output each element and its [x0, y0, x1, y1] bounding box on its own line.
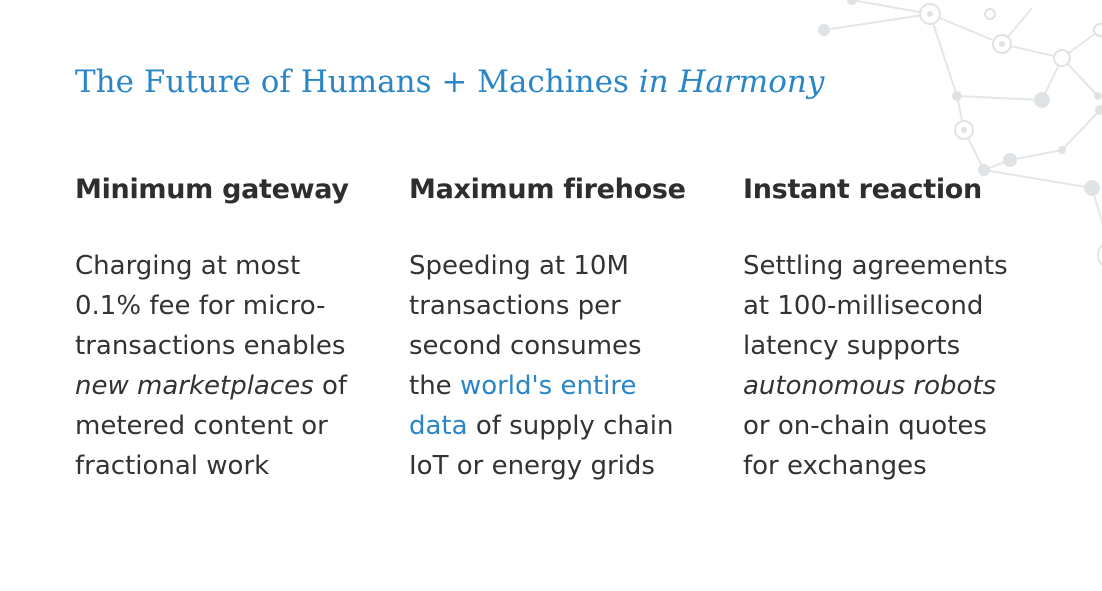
- body-fragment: the: [409, 371, 452, 401]
- column-instant-reaction: Instant reaction Settling agreements at …: [743, 174, 1063, 481]
- body-line: transactions per: [409, 291, 621, 321]
- body-fragment: of: [321, 371, 348, 401]
- column-body: Settling agreements at 100-millisecond l…: [743, 246, 1063, 486]
- body-line: transactions enables: [75, 331, 346, 361]
- column-heading: Minimum gateway: [75, 174, 349, 205]
- title-emphasis: in Harmony: [638, 64, 825, 100]
- body-line: Settling agreements: [743, 251, 1008, 281]
- title-main: The Future of Humans + Machines: [75, 64, 629, 100]
- body-line: IoT or energy grids: [409, 451, 655, 481]
- column-heading: Instant reaction: [743, 174, 982, 205]
- column-body: Charging at most 0.1% fee for micro- tra…: [75, 246, 395, 486]
- body-line: metered content or: [75, 411, 328, 441]
- column-body: Speeding at 10M transactions per second …: [409, 246, 729, 486]
- body-line: for exchanges: [743, 451, 927, 481]
- highlight-text: data: [409, 411, 468, 441]
- body-line: latency supports: [743, 331, 961, 361]
- body-line: or on-chain quotes: [743, 411, 987, 441]
- body-line: the world's entire: [409, 366, 729, 406]
- column-maximum-firehose: Maximum firehose Speeding at 10M transac…: [409, 174, 729, 481]
- body-line: fractional work: [75, 451, 270, 481]
- body-line: Charging at most: [75, 251, 301, 281]
- body-line: data of supply chain: [409, 406, 729, 446]
- column-minimum-gateway: Minimum gateway Charging at most 0.1% fe…: [75, 174, 395, 481]
- emphasis-text: autonomous robots: [743, 371, 997, 401]
- body-line: new marketplaces of: [75, 366, 395, 406]
- column-heading: Maximum firehose: [409, 174, 686, 205]
- body-line: at 100-millisecond: [743, 291, 984, 321]
- body-line: second consumes: [409, 331, 642, 361]
- body-line: 0.1% fee for micro-: [75, 291, 326, 321]
- emphasis-text: new marketplaces: [75, 371, 314, 401]
- body-line: Speeding at 10M: [409, 251, 629, 281]
- slide-title: The Future of Humans + Machines in Harmo…: [75, 64, 824, 100]
- highlight-text: world's entire: [459, 371, 637, 401]
- body-fragment: of supply chain: [475, 411, 674, 441]
